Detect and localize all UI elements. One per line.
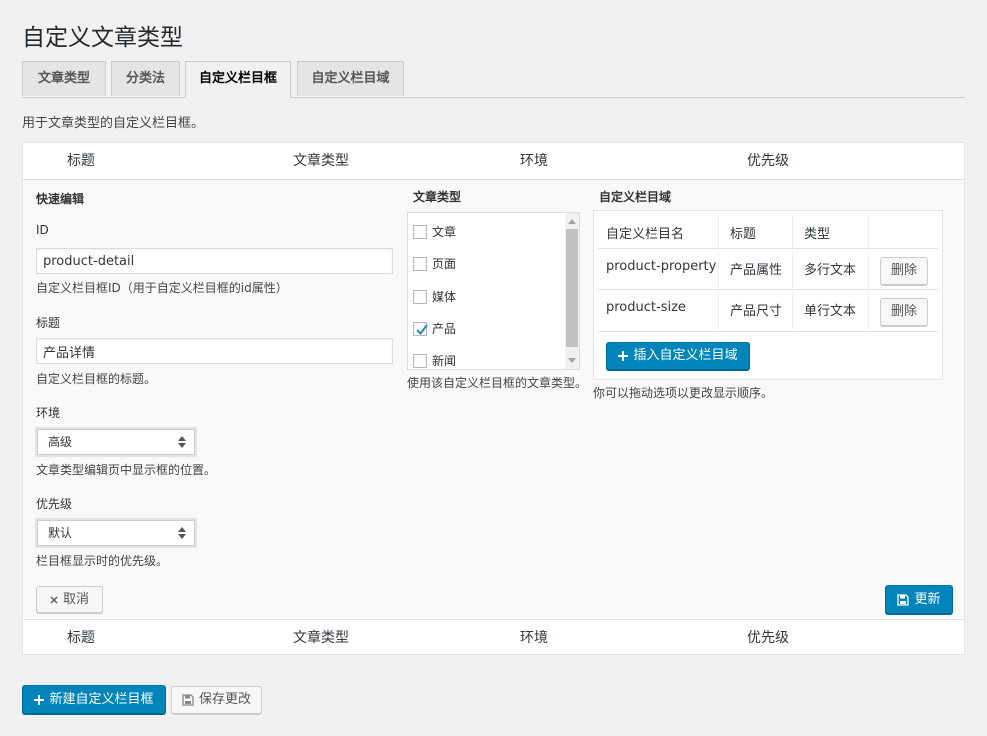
save-disk-icon [182, 694, 194, 706]
context-select-box[interactable]: 高级 [37, 429, 195, 455]
column-divider [868, 215, 869, 329]
table-header: 标题 文章类型 环境 优先级 [23, 143, 964, 180]
field-type: 单行文本 [804, 304, 857, 319]
checkbox[interactable] [413, 225, 427, 239]
insert-field-label: 插入自定义栏目域 [633, 348, 738, 363]
checkbox-checked[interactable] [413, 322, 428, 336]
field-type: 多行文本 [804, 263, 857, 278]
tab-bar: 文章类型 分类法 自定义栏目框 自定义栏目域 [22, 61, 965, 98]
scrollbar-thumb[interactable] [566, 229, 578, 347]
post-types-heading: 文章类型 [413, 190, 462, 204]
checkbox-label: 文章 [432, 225, 457, 239]
fields-help: 你可以拖动选项以更改显示顺序。 [593, 386, 774, 400]
title-label: 标题 [36, 316, 61, 330]
scroll-down-icon[interactable] [568, 358, 576, 363]
context-select[interactable]: 高级 [35, 427, 197, 457]
checkbox-label: 产品 [432, 322, 457, 336]
divider [598, 289, 938, 290]
fields-heading: 自定义栏目域 [599, 190, 672, 204]
cancel-label: 取消 [62, 592, 89, 607]
column-priority[interactable]: 优先级 [747, 143, 789, 179]
priority-select-value: 默认 [48, 526, 73, 540]
cancel-button[interactable]: 取消 [36, 586, 103, 613]
fields-col-type: 类型 [804, 227, 831, 242]
tab-taxonomies[interactable]: 分类法 [111, 61, 180, 96]
update-button[interactable]: 更新 [885, 585, 953, 614]
new-meta-box-label: 新建自定义栏目框 [49, 692, 154, 707]
context-label: 环境 [36, 406, 61, 420]
divider [598, 248, 938, 249]
table-footer: 标题 文章类型 环境 优先级 [23, 619, 964, 656]
post-type-checklist[interactable]: 文章 页面 媒体 产品 新闻 [407, 212, 580, 370]
priority-label: 优先级 [36, 497, 73, 511]
checklist-scrollbar[interactable] [565, 213, 579, 369]
priority-select-box[interactable]: 默认 [37, 520, 195, 546]
plus-icon [618, 351, 629, 361]
column-context[interactable]: 环境 [520, 620, 548, 656]
field-name: product-property [606, 259, 717, 274]
checkbox[interactable] [413, 257, 427, 271]
divider [598, 331, 938, 332]
field-title: 产品尺寸 [730, 304, 783, 319]
context-select-value: 高级 [48, 435, 73, 449]
close-icon [50, 596, 58, 603]
id-help: 自定义栏目框ID（用于自定义栏目框的id属性） [36, 281, 288, 295]
column-divider [718, 215, 719, 329]
save-changes-label: 保存更改 [198, 692, 251, 707]
priority-select[interactable]: 默认 [35, 518, 197, 548]
quick-edit-heading: 快速编辑 [36, 192, 85, 206]
page-description: 用于文章类型的自定义栏目框。 [22, 116, 205, 131]
checkbox-label: 页面 [432, 257, 457, 271]
column-post-type[interactable]: 文章类型 [293, 620, 349, 656]
title-help: 自定义栏目框的标题。 [36, 372, 157, 386]
meta-box-table: 标题 文章类型 环境 优先级 快速编辑 ID 自定义栏目框ID（用于自定义栏目框… [22, 142, 965, 655]
update-label: 更新 [914, 592, 941, 607]
column-post-type[interactable]: 文章类型 [293, 143, 349, 179]
save-disk-icon [897, 593, 910, 606]
field-title: 产品属性 [730, 263, 783, 278]
priority-help: 栏目框显示时的优先级。 [36, 554, 169, 568]
plus-icon [34, 694, 45, 705]
title-input[interactable] [36, 338, 393, 364]
scroll-up-icon[interactable] [568, 219, 576, 224]
column-divider [792, 215, 793, 329]
checkbox[interactable] [413, 354, 427, 368]
id-input[interactable] [36, 248, 393, 274]
insert-field-button[interactable]: 插入自定义栏目域 [606, 342, 750, 370]
fields-col-title: 标题 [730, 227, 757, 242]
delete-field-button[interactable]: 删除 [880, 257, 928, 285]
field-name: product-size [606, 300, 686, 315]
checkmark-icon [416, 324, 428, 336]
delete-field-button[interactable]: 删除 [880, 298, 928, 326]
select-arrows-icon [178, 527, 186, 539]
fields-table: 自定义栏目名 标题 类型 product-property 产品属性 多行文本 … [593, 210, 943, 380]
select-arrows-icon [178, 436, 186, 448]
tab-custom-meta-boxes[interactable]: 自定义栏目框 [185, 61, 291, 98]
save-changes-button[interactable]: 保存更改 [171, 686, 262, 714]
checkbox[interactable] [413, 290, 427, 304]
column-title[interactable]: 标题 [67, 143, 95, 179]
tab-post-types[interactable]: 文章类型 [22, 61, 106, 96]
fields-col-name: 自定义栏目名 [606, 227, 685, 242]
tab-custom-fields[interactable]: 自定义栏目域 [297, 61, 404, 96]
quick-edit-row: 快速编辑 ID 自定义栏目框ID（用于自定义栏目框的id属性） 标题 自定义栏目… [23, 180, 964, 618]
column-title[interactable]: 标题 [67, 620, 95, 656]
checkbox-label: 新闻 [432, 354, 457, 368]
column-priority[interactable]: 优先级 [747, 620, 789, 656]
page-title: 自定义文章类型 [22, 25, 183, 51]
post-types-help: 使用该自定义栏目框的文章类型。 [407, 376, 588, 390]
column-context[interactable]: 环境 [520, 143, 548, 179]
id-label: ID [36, 223, 49, 237]
new-meta-box-button[interactable]: 新建自定义栏目框 [22, 685, 166, 714]
checkbox-label: 媒体 [432, 290, 457, 304]
context-help: 文章类型编辑页中显示框的位置。 [36, 463, 217, 477]
